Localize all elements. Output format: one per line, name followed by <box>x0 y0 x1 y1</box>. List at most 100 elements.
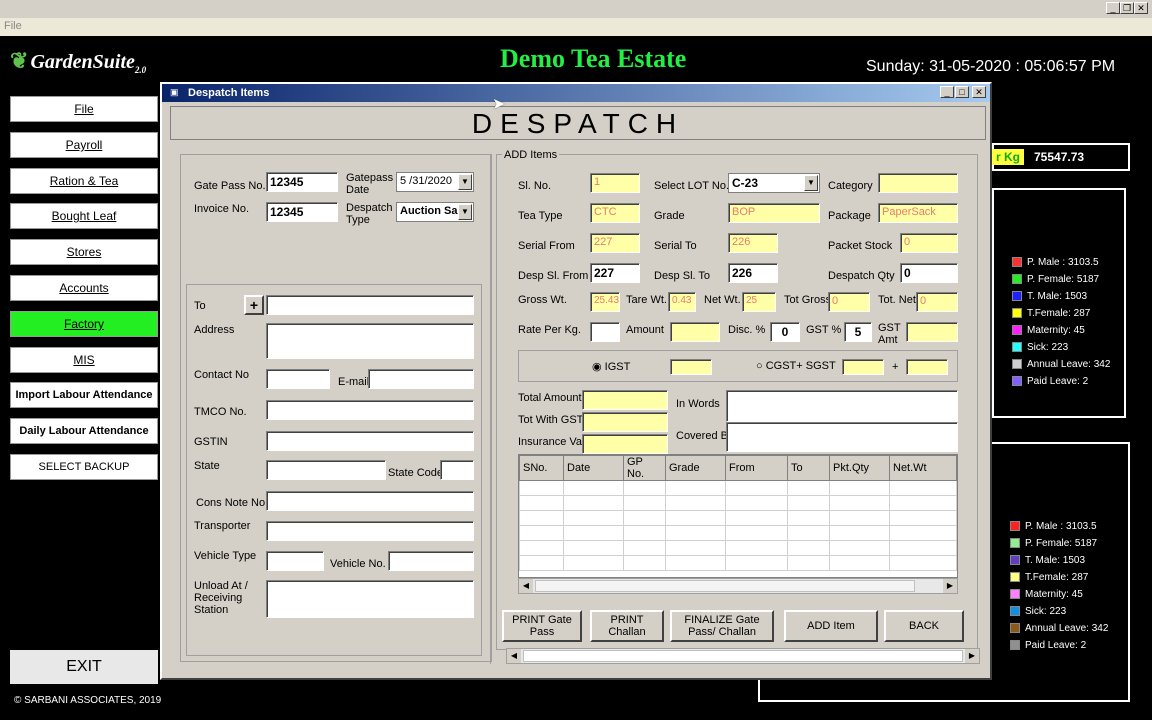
package-field[interactable]: PaperSack <box>878 203 958 223</box>
col-from[interactable]: From <box>725 455 788 481</box>
gross-field[interactable]: 25.43 <box>590 292 620 312</box>
col-sno[interactable]: SNo. <box>519 455 564 481</box>
table-row[interactable] <box>519 510 957 526</box>
table-cell[interactable] <box>787 495 830 511</box>
nav-bought-leaf[interactable]: Bought Leaf <box>10 203 158 229</box>
nav-import-labour[interactable]: Import Labour Attendance <box>10 382 158 408</box>
table-cell[interactable] <box>665 555 726 571</box>
scroll-right-icon[interactable]: ▶ <box>943 579 957 593</box>
col-date[interactable]: Date <box>563 455 624 481</box>
table-cell[interactable] <box>665 480 726 496</box>
tot-with-gst-field[interactable] <box>582 412 668 432</box>
nav-mis[interactable]: MIS <box>10 347 158 373</box>
rate-field[interactable] <box>590 322 620 342</box>
table-cell[interactable] <box>889 495 957 511</box>
cons-note-field[interactable] <box>266 491 474 511</box>
scroll-left-icon[interactable]: ◀ <box>519 579 533 593</box>
table-cell[interactable] <box>519 510 564 526</box>
print-gate-pass-button[interactable]: PRINT Gate Pass <box>502 610 582 642</box>
table-cell[interactable] <box>563 495 624 511</box>
table-cell[interactable] <box>563 525 624 541</box>
invoice-no-field[interactable]: 12345 <box>266 202 338 222</box>
cgst-field[interactable] <box>842 359 884 375</box>
table-cell[interactable] <box>829 540 890 556</box>
table-cell[interactable] <box>787 525 830 541</box>
chevron-down-icon[interactable]: ▼ <box>804 175 818 191</box>
gate-pass-no-field[interactable]: 12345 <box>266 172 338 192</box>
tea-type-field[interactable]: CTC <box>590 203 640 223</box>
table-cell[interactable] <box>889 540 957 556</box>
table-cell[interactable] <box>889 555 957 571</box>
igst-radio[interactable]: ◉ IGST <box>592 360 630 373</box>
table-cell[interactable] <box>725 510 788 526</box>
table-cell[interactable] <box>563 480 624 496</box>
amount-field[interactable] <box>670 322 720 342</box>
table-cell[interactable] <box>665 510 726 526</box>
tare-field[interactable]: 0.43 <box>668 292 696 312</box>
table-row[interactable] <box>519 480 957 496</box>
sgst-field[interactable] <box>906 359 948 375</box>
table-cell[interactable] <box>725 555 788 571</box>
close-icon[interactable]: ✕ <box>1134 2 1148 14</box>
add-item-button[interactable]: ADD Item <box>784 610 878 642</box>
table-cell[interactable] <box>623 525 666 541</box>
table-cell[interactable] <box>787 555 830 571</box>
total-amount-field[interactable] <box>582 390 668 410</box>
transporter-field[interactable] <box>266 521 474 541</box>
col-grade[interactable]: Grade <box>665 455 726 481</box>
restore-icon[interactable]: ❐ <box>1120 2 1134 14</box>
table-cell[interactable] <box>519 495 564 511</box>
table-cell[interactable] <box>725 525 788 541</box>
table-cell[interactable] <box>563 510 624 526</box>
finalize-button[interactable]: FINALIZE Gate Pass/ Challan <box>670 610 774 642</box>
table-cell[interactable] <box>665 495 726 511</box>
dialog-close-icon[interactable]: ✕ <box>972 86 986 98</box>
desp-from-field[interactable]: 227 <box>590 263 640 283</box>
table-cell[interactable] <box>829 510 890 526</box>
table-cell[interactable] <box>623 510 666 526</box>
gstin-field[interactable] <box>266 431 474 451</box>
dialog-minimize-icon[interactable]: _ <box>940 86 954 98</box>
disc-field[interactable]: 0 <box>770 322 800 342</box>
table-cell[interactable] <box>519 525 564 541</box>
grade-field[interactable]: BOP <box>728 203 820 223</box>
table-cell[interactable] <box>623 540 666 556</box>
email-field[interactable] <box>368 369 474 389</box>
col-net-wt[interactable]: Net.Wt <box>889 455 957 481</box>
select-lot-select[interactable]: C-23 ▼ <box>728 173 820 193</box>
serial-to-field[interactable]: 226 <box>728 233 778 253</box>
items-grid[interactable]: SNo. Date GP No. Grade From To Pkt.Qty N… <box>518 454 958 578</box>
minimize-icon[interactable]: _ <box>1106 2 1120 14</box>
table-cell[interactable] <box>787 510 830 526</box>
table-cell[interactable] <box>829 555 890 571</box>
nav-payroll[interactable]: Payroll <box>10 132 158 158</box>
vehicle-no-field[interactable] <box>388 551 474 571</box>
table-cell[interactable] <box>519 480 564 496</box>
table-cell[interactable] <box>829 480 890 496</box>
nav-daily-labour[interactable]: Daily Labour Attendance <box>10 418 158 444</box>
print-challan-button[interactable]: PRINT Challan <box>590 610 664 642</box>
gatepass-date-picker[interactable]: 5 /31/2020 ▼ <box>396 172 474 192</box>
sl-no-field[interactable]: 1 <box>590 173 640 193</box>
table-row[interactable] <box>519 555 957 571</box>
state-field[interactable] <box>266 460 386 480</box>
desp-qty-field[interactable]: 0 <box>900 263 958 283</box>
to-field[interactable] <box>266 295 474 315</box>
table-cell[interactable] <box>889 525 957 541</box>
packet-stock-field[interactable]: 0 <box>900 233 958 253</box>
nav-accounts[interactable]: Accounts <box>10 275 158 301</box>
insurance-field[interactable] <box>582 434 668 454</box>
covered-by-field[interactable] <box>726 422 958 452</box>
dialog-maximize-icon[interactable]: □ <box>955 86 969 98</box>
col-gp-no[interactable]: GP No. <box>623 455 666 481</box>
table-cell[interactable] <box>623 555 666 571</box>
in-words-field[interactable] <box>726 390 958 422</box>
address-field[interactable] <box>266 323 474 359</box>
unload-field[interactable] <box>266 580 474 618</box>
table-cell[interactable] <box>787 480 830 496</box>
contact-field[interactable] <box>266 369 330 389</box>
table-cell[interactable] <box>725 495 788 511</box>
nav-stores[interactable]: Stores <box>10 239 158 265</box>
tmco-field[interactable] <box>266 400 474 420</box>
vehicle-type-field[interactable] <box>266 551 324 571</box>
